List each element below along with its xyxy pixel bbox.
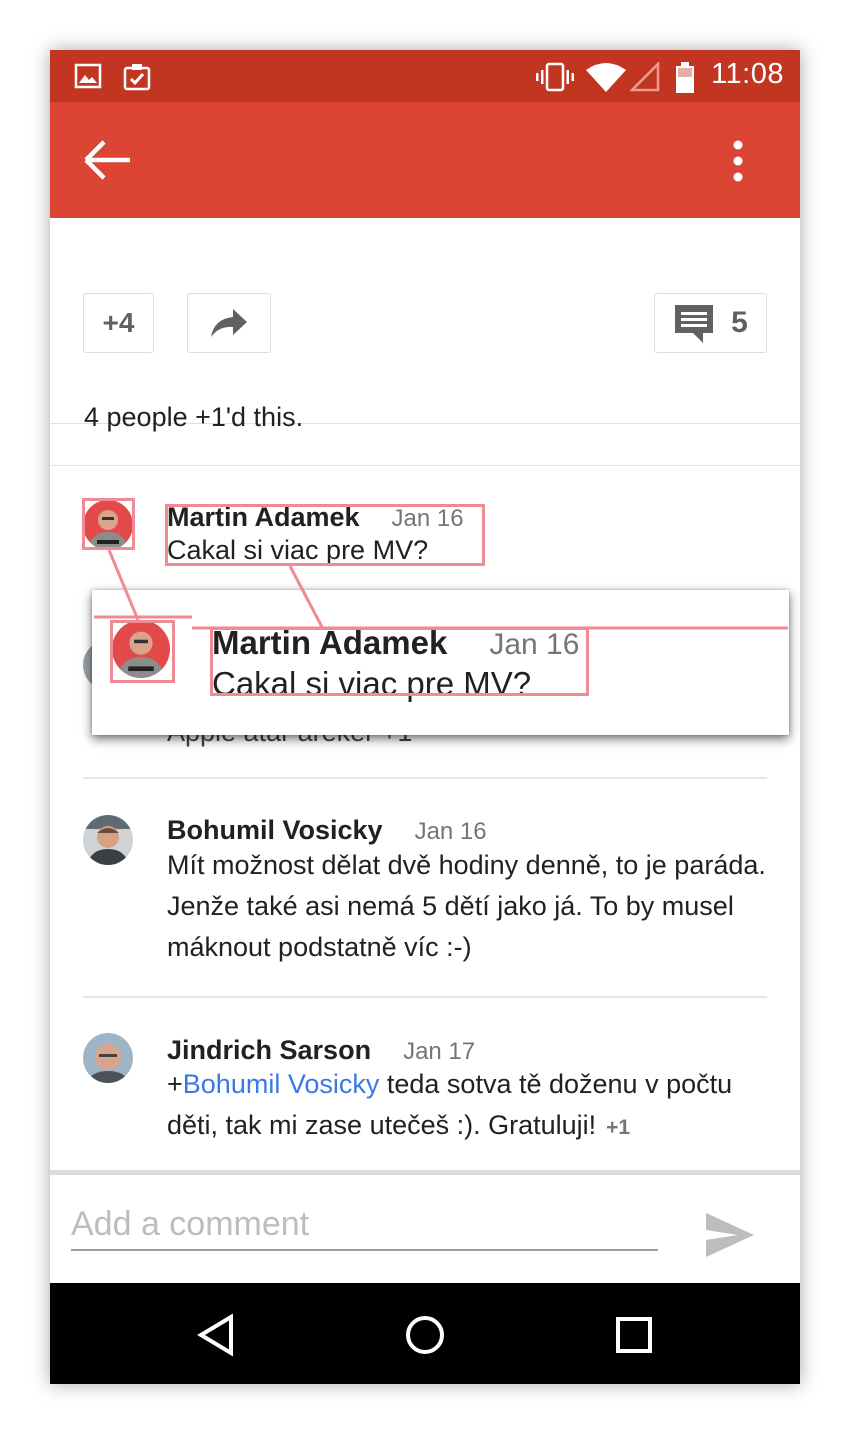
clock: 11:08 <box>711 58 784 90</box>
plus-one-summary[interactable]: 4 people +1'd this. <box>84 402 303 433</box>
author-name[interactable]: Bohumil Vosicky <box>167 815 383 845</box>
back-arrow-icon[interactable] <box>80 138 136 182</box>
app-bar <box>50 102 800 218</box>
comments-count-button[interactable]: 5 <box>654 293 767 353</box>
comment-composer <box>50 1170 800 1288</box>
share-button[interactable] <box>187 293 271 353</box>
status-bar: 11:08 <box>50 50 800 102</box>
phone-screen: 11:08 +4 5 4 people +1'd this. Martin Ad… <box>50 50 800 1384</box>
divider <box>50 465 800 466</box>
zoom-highlight-avatar <box>110 620 175 683</box>
wifi-icon <box>586 63 626 92</box>
plus-one-button[interactable]: +4 <box>83 293 154 353</box>
clipboard-check-icon <box>123 64 151 91</box>
nav-home-icon[interactable] <box>403 1313 447 1357</box>
nav-recents-icon[interactable] <box>612 1313 656 1357</box>
divider <box>83 996 767 998</box>
comment-text: Mít možnost dělat dvě hodiny denně, to j… <box>167 850 766 962</box>
more-vert-icon[interactable] <box>718 138 758 184</box>
author-name[interactable]: Jindrich Sarson <box>167 1035 371 1065</box>
nav-back-icon[interactable] <box>195 1313 239 1357</box>
navigation-bar <box>50 1283 800 1384</box>
send-icon[interactable] <box>704 1211 756 1259</box>
highlight-avatar <box>82 498 135 550</box>
comment-input[interactable] <box>71 1199 658 1251</box>
image-icon <box>74 63 102 89</box>
comment-text: +Bohumil Vosicky teda sotva tě doženu v … <box>167 1064 767 1148</box>
plus-one-count: +4 <box>102 307 135 338</box>
comment-author[interactable]: Bohumil Vosicky Jan 16 <box>167 815 487 846</box>
avatar[interactable] <box>83 1033 133 1083</box>
highlight-text <box>165 504 485 566</box>
battery-icon <box>676 62 694 93</box>
share-icon <box>211 309 247 337</box>
vibrate-icon <box>536 62 574 92</box>
comment-plus-one[interactable]: +1 <box>606 1116 630 1139</box>
comment-icon <box>675 305 714 343</box>
zoom-highlight-text <box>210 627 589 696</box>
comment-author[interactable]: Jindrich Sarson Jan 17 <box>167 1035 475 1066</box>
comment-date: Jan 17 <box>403 1038 476 1065</box>
signal-icon <box>630 62 660 92</box>
mention-link[interactable]: Bohumil Vosicky <box>183 1069 380 1099</box>
mention-prefix: + <box>167 1069 183 1099</box>
avatar[interactable] <box>83 815 133 865</box>
comment-date: Jan 16 <box>414 818 487 845</box>
comment-count: 5 <box>731 306 748 339</box>
divider <box>83 777 767 779</box>
post-actions: +4 5 <box>50 218 800 424</box>
